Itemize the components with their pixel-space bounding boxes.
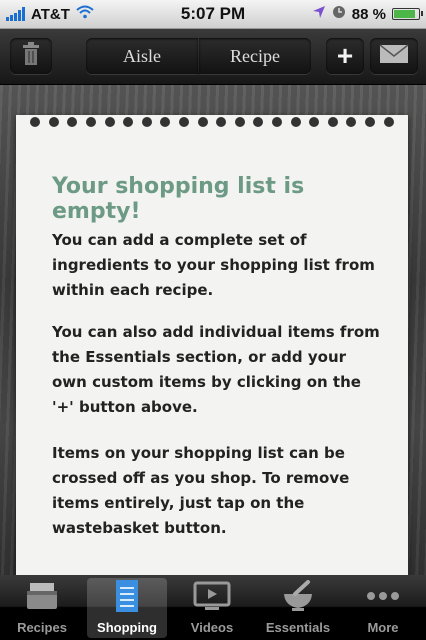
trash-button[interactable]	[10, 38, 52, 74]
add-item-button[interactable]: +	[326, 38, 364, 74]
trash-icon	[22, 41, 40, 71]
tab-more[interactable]: More	[343, 578, 423, 638]
info-paragraph-3: Items on your shopping list can be cross…	[52, 444, 350, 537]
tab-essentials[interactable]: Essentials	[258, 578, 338, 638]
sort-aisle-segment[interactable]: Aisle	[86, 38, 198, 74]
tab-more-label: More	[367, 620, 399, 635]
tab-shopping[interactable]: Shopping	[87, 578, 167, 638]
tab-videos-label: Videos	[190, 620, 234, 635]
sort-recipe-segment[interactable]: Recipe	[199, 38, 311, 74]
alarm-icon	[332, 5, 346, 23]
recipe-box-icon	[2, 578, 82, 614]
tab-recipes[interactable]: Recipes	[2, 578, 82, 638]
battery-icon	[392, 8, 423, 20]
tab-shopping-label: Shopping	[97, 620, 157, 635]
empty-list-title: Your shopping list is empty!	[52, 174, 305, 224]
info-paragraph-2: You can also add individual items from t…	[52, 323, 380, 416]
tab-essentials-label: Essentials	[265, 620, 331, 635]
email-button[interactable]	[370, 38, 418, 74]
mortar-pestle-icon	[258, 578, 338, 614]
tab-videos[interactable]: Videos	[172, 578, 252, 638]
envelope-icon	[379, 43, 409, 69]
status-bar: AT&T 5:07 PM 88 %	[0, 0, 426, 29]
status-right: 88 %	[312, 5, 423, 23]
tab-recipes-label: Recipes	[17, 620, 67, 635]
info-paragraph-1: You can add a complete set of ingredient…	[52, 231, 375, 299]
more-dots-icon	[343, 578, 423, 614]
battery-percent: 88 %	[351, 5, 386, 23]
toolbar: Aisle Recipe +	[0, 29, 426, 85]
shopping-list-icon	[87, 578, 167, 614]
tab-bar: Recipes Shopping Videos Essentials More	[0, 575, 426, 640]
paper-holes	[16, 117, 408, 127]
location-icon	[312, 5, 326, 23]
video-icon	[172, 578, 252, 614]
